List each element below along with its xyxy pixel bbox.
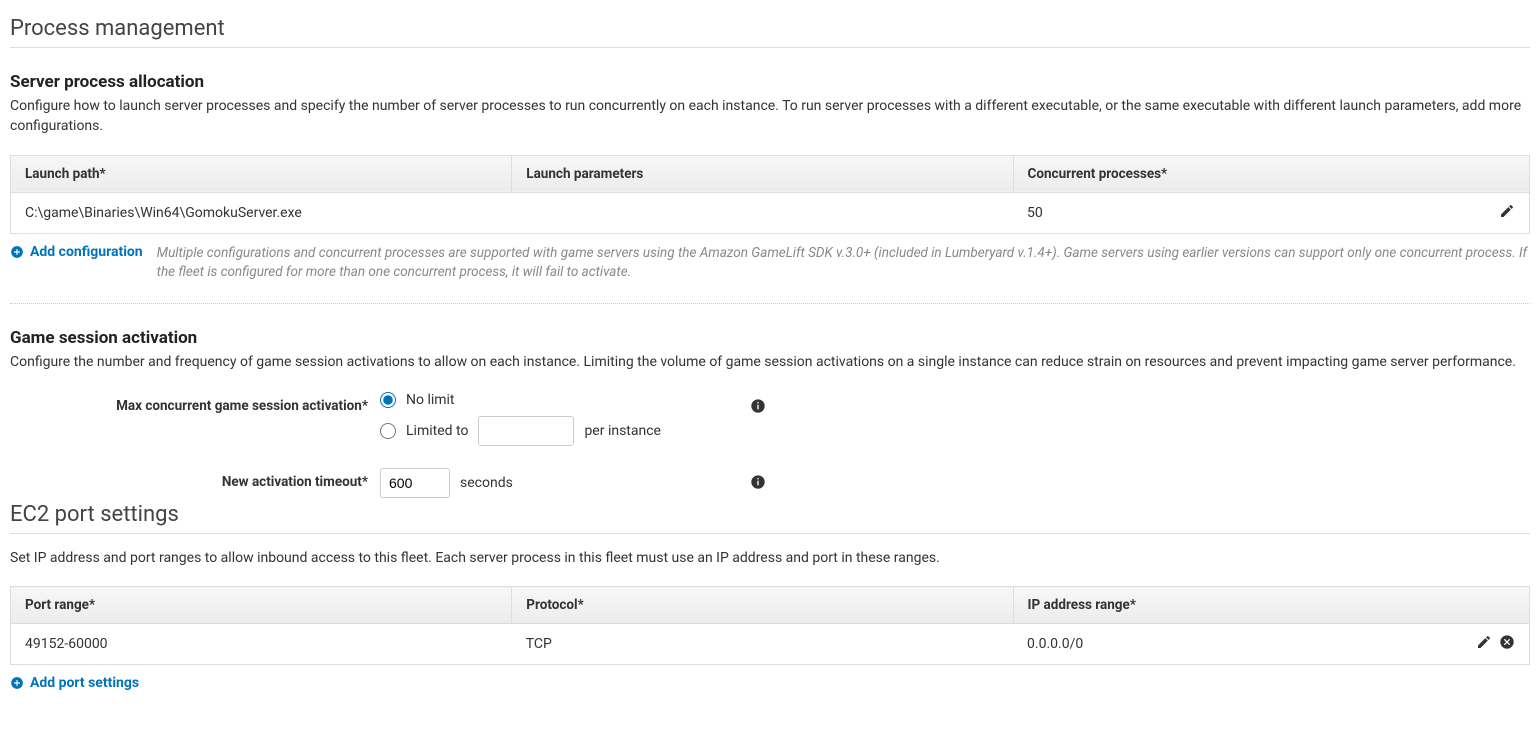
plus-circle-icon (10, 245, 24, 259)
seconds-label: seconds (460, 475, 513, 491)
section-title-process-management: Process management (10, 16, 1530, 48)
col-header-ip-range: IP address range* (1013, 587, 1529, 624)
subsection-title-session-activation: Game session activation (10, 328, 1530, 348)
col-header-launch-params: Launch parameters (512, 155, 1013, 192)
server-allocation-note: Multiple configurations and concurrent p… (157, 244, 1530, 283)
section-title-ec2-port: EC2 port settings (10, 502, 1530, 534)
radio-no-limit[interactable] (380, 392, 396, 408)
session-activation-description: Configure the number and frequency of ga… (10, 352, 1530, 372)
table-row: C:\game\Binaries\Win64\GomokuServer.exe … (11, 192, 1530, 233)
radio-limited-to[interactable] (380, 423, 396, 439)
table-row: 49152-60000 TCP 0.0.0.0/0 (11, 624, 1530, 665)
radio-no-limit-label: No limit (406, 392, 455, 408)
info-icon[interactable] (750, 474, 766, 494)
cell-concurrent: 50 (1027, 205, 1043, 221)
add-configuration-button[interactable]: Add configuration (10, 244, 143, 260)
edit-icon[interactable] (1499, 203, 1515, 223)
info-icon[interactable] (750, 398, 766, 418)
server-process-table: Launch path* Launch parameters Concurren… (10, 155, 1530, 234)
timeout-input[interactable] (380, 468, 450, 498)
col-header-port-range: Port range* (11, 587, 512, 624)
add-port-settings-label: Add port settings (30, 675, 139, 691)
cell-protocol: TCP (512, 624, 1013, 665)
col-header-protocol: Protocol* (512, 587, 1013, 624)
ec2-port-table: Port range* Protocol* IP address range* … (10, 586, 1530, 665)
cell-ip-range: 0.0.0.0/0 (1027, 636, 1083, 652)
subsection-title-server-allocation: Server process allocation (10, 72, 1530, 92)
limited-to-input[interactable] (478, 416, 574, 446)
plus-circle-icon (10, 676, 24, 690)
server-allocation-description: Configure how to launch server processes… (10, 96, 1530, 137)
ec2-description: Set IP address and port ranges to allow … (10, 548, 1530, 568)
add-port-settings-button[interactable]: Add port settings (10, 675, 139, 691)
col-header-concurrent: Concurrent processes* (1013, 155, 1529, 192)
per-instance-label: per instance (584, 423, 661, 439)
col-header-launch-path: Launch path* (11, 155, 512, 192)
add-configuration-label: Add configuration (30, 244, 143, 260)
remove-icon[interactable] (1499, 634, 1515, 654)
radio-limited-to-label: Limited to (406, 423, 468, 439)
cell-launch-path: C:\game\Binaries\Win64\GomokuServer.exe (11, 192, 512, 233)
max-concurrent-label: Max concurrent game session activation* (10, 392, 380, 446)
cell-port-range: 49152-60000 (11, 624, 512, 665)
cell-launch-params (512, 192, 1013, 233)
edit-icon[interactable] (1476, 634, 1492, 654)
timeout-label: New activation timeout* (10, 468, 380, 498)
